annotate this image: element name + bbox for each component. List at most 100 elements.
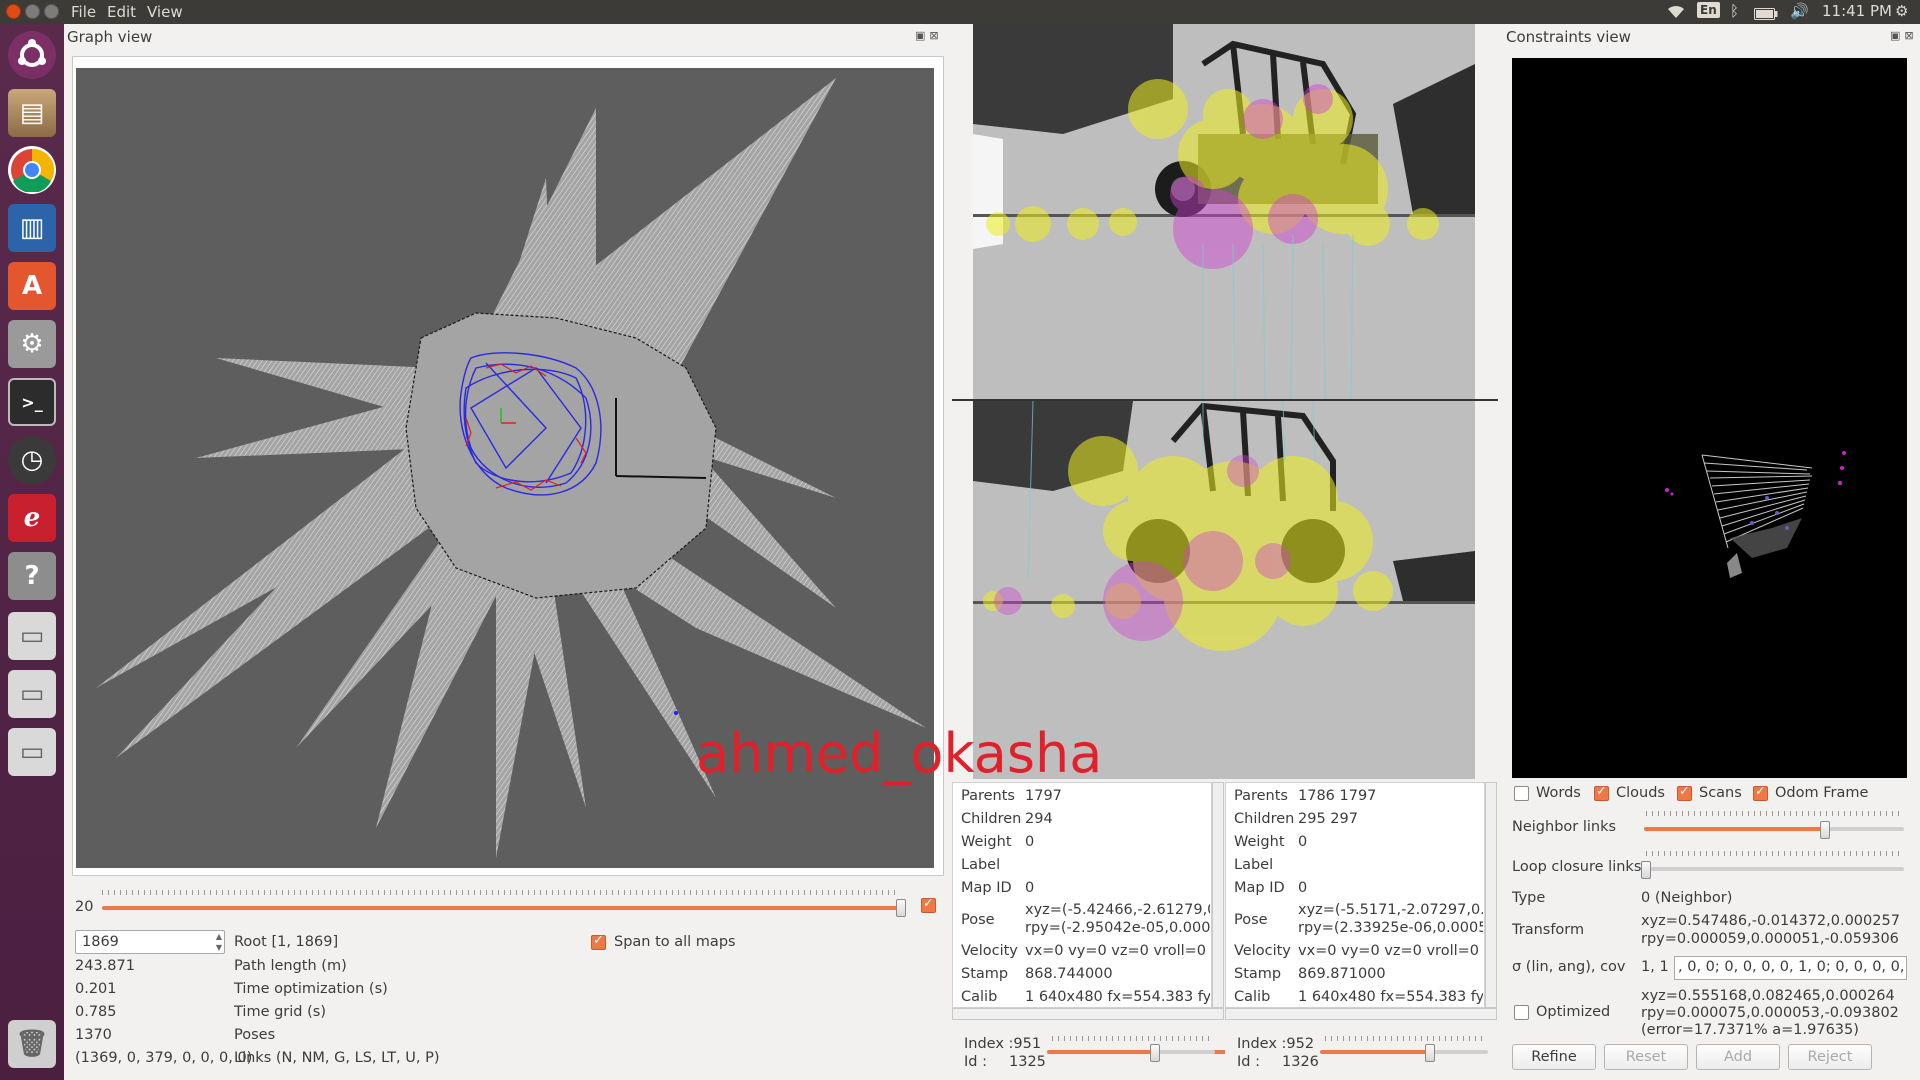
menu-edit[interactable]: Edit [107,3,136,21]
close-window-button[interactable] [6,4,21,19]
image-view-top[interactable] [973,24,1475,399]
graph-slider-handle[interactable] [896,899,906,917]
camera-image-with-features [973,24,1475,399]
index-slider-track[interactable] [1320,1050,1430,1054]
calib-label: Calib [961,989,998,1005]
pose-xyz: xyz=(-5.5171,-2.07297,0.100 [1298,902,1483,918]
index-slider-handle[interactable] [1425,1044,1435,1062]
chrome-icon[interactable] [8,146,56,194]
wifi-icon[interactable] [1666,2,1686,24]
index-slider-rest [1155,1050,1215,1054]
field-value: 0 [1298,880,1308,896]
menu-view[interactable]: View [147,3,183,21]
add-button[interactable]: Add [1696,1044,1780,1070]
panel-title: Constraints view [1506,28,1631,46]
stat-value: 243.871 [75,958,135,974]
span-all-maps-checkbox[interactable] [591,933,606,950]
maximize-window-button[interactable] [44,4,59,19]
neighbor-slider-track[interactable] [1644,827,1824,831]
help-icon[interactable]: ? [8,552,56,600]
menu-file[interactable]: File [71,3,96,21]
volume-icon[interactable]: 🔊 [1790,2,1809,20]
pose-label: Pose [961,912,995,928]
covariance-field[interactable]: , 0, 0; 0, 0, 0, 0, 1, 0; 0, 0, 0, 0, 0,… [1674,956,1907,980]
id-label: Id : [964,1054,987,1070]
terminal-icon[interactable]: >_ [8,378,56,426]
calib-value: 1 640x480 fx=554.383 fy=5 [1298,989,1483,1005]
clouds-label[interactable]: Clouds [1616,785,1665,801]
id-value: 1326 [1282,1054,1319,1070]
type-value: 0 (Neighbor) [1641,890,1733,906]
node-info-hscroll[interactable] [1225,1008,1497,1020]
optimized-checkbox[interactable] [1514,1005,1529,1020]
field-label: Label [961,857,1001,873]
field-value: 294 [1025,811,1053,827]
node-id-spinbox[interactable]: 1869 ▲ ▼ [75,930,225,954]
refine-button[interactable]: Refine [1512,1044,1596,1070]
index-slider-handle[interactable] [1150,1044,1160,1062]
field-value: 0 [1298,834,1308,850]
stat-label: Poses [234,1027,276,1043]
optimized-label[interactable]: Optimized [1536,1004,1610,1020]
stat-label: Time optimization (s) [234,981,388,997]
span-all-maps-label[interactable]: Span to all maps [614,934,736,950]
calib-label: Calib [1234,989,1271,1005]
settings-gear-icon[interactable]: ⚙ [1895,2,1908,20]
graph-slider-checkbox[interactable] [921,896,936,913]
stat-label: Time grid (s) [234,1004,326,1020]
stat-label: Path length (m) [234,958,347,974]
drive-icon[interactable]: ▭ [8,612,56,660]
software-center-icon[interactable]: A [8,262,56,310]
dock-float-close-icon[interactable]: ▣⊠ [1890,29,1918,42]
sigma-label: σ (lin, ang), cov [1512,959,1626,975]
scans-label[interactable]: Scans [1699,785,1742,801]
ubuntu-icon[interactable] [8,31,56,79]
words-label[interactable]: Words [1536,785,1581,801]
graph-slider-min-label: 20 [75,899,94,915]
field-value: 1797 [1025,788,1062,804]
drive-icon[interactable]: ▭ [8,728,56,776]
velocity-label: Velocity [961,943,1018,959]
node-info-vscroll[interactable] [1485,782,1497,1008]
velocity-value: vx=0 vy=0 vz=0 vroll=0 vpitc [1025,943,1210,959]
node-info-vscroll[interactable] [1212,782,1224,1008]
stat-value: 0.201 [75,981,117,997]
writer-icon[interactable]: ▥ [8,204,56,252]
node-info-hscroll[interactable] [952,1008,1224,1020]
point-cloud-scan [1665,451,1846,578]
reject-button[interactable]: Reject [1788,1044,1872,1070]
watermark-text: ahmed_okasha [696,722,1103,785]
node-id-value: 1869 [82,934,119,950]
covariance-value: , 0, 0; 0, 0, 0, 0, 1, 0; 0, 0, 0, 0, 0,… [1678,959,1906,975]
neighbor-slider-handle[interactable] [1820,821,1830,839]
reset-button[interactable]: Reset [1604,1044,1688,1070]
field-label: Weight [961,834,1012,850]
scans-checkbox[interactable] [1677,784,1692,801]
sigma-value: 1, 1 [1641,959,1669,975]
trash-icon[interactable]: 🗑 [8,1020,56,1068]
index-label: Index :952 [1237,1036,1315,1052]
battery-icon[interactable] [1754,6,1778,24]
clouds-checkbox[interactable] [1594,784,1609,801]
index-label: Index :951 [964,1036,1042,1052]
dock-float-close-icon[interactable]: ▣⊠ [915,29,943,42]
graph-slider-track[interactable] [102,906,900,910]
keyboard-language-indicator[interactable]: En [1697,2,1720,18]
files-icon[interactable]: ▤ [8,89,56,137]
constraints-3d-canvas[interactable] [1512,58,1907,778]
loop-slider-track[interactable] [1644,867,1904,871]
minimize-window-button[interactable] [25,4,40,19]
system-settings-icon[interactable]: ⚙ [8,320,56,368]
odom-frame-checkbox[interactable] [1753,784,1768,801]
loop-slider-handle[interactable] [1641,861,1651,879]
neighbor-slider-ticks [1646,811,1902,816]
field-label: Label [1234,857,1274,873]
spinbox-arrows-icon[interactable]: ▲ ▼ [216,931,222,953]
words-checkbox[interactable] [1514,786,1529,801]
odom-frame-label[interactable]: Odom Frame [1775,785,1868,801]
bluetooth-icon[interactable]: ᛒ [1730,2,1739,20]
pdf-viewer-icon[interactable]: ℯ [8,494,56,542]
clock-text[interactable]: 11:41 PM [1822,2,1892,20]
clock-icon[interactable]: ◷ [8,436,56,484]
drive-icon[interactable]: ▭ [8,670,56,718]
